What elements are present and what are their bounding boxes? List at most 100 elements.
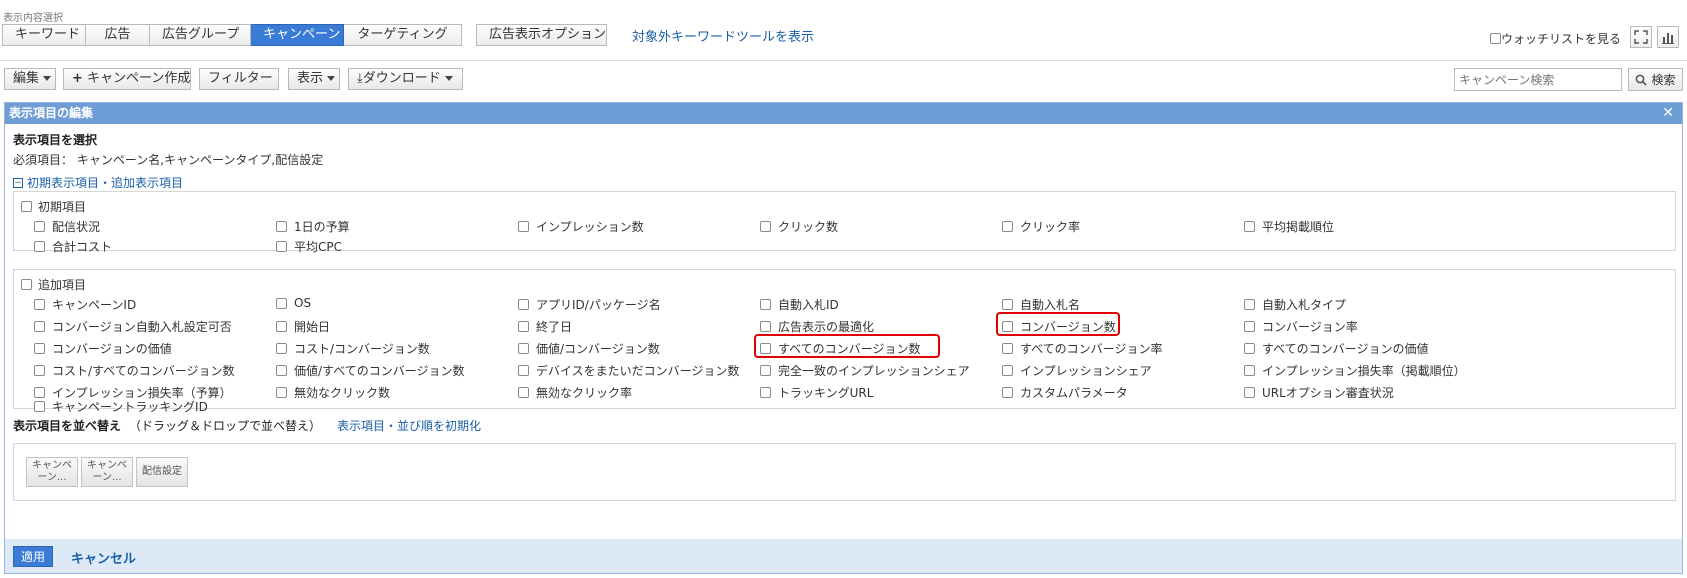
checkbox[interactable] <box>1244 299 1255 310</box>
checkbox[interactable] <box>760 365 771 376</box>
column-option[interactable]: 1日の予算 <box>276 218 350 235</box>
column-option[interactable]: インプレッション数 <box>518 218 644 235</box>
checkbox[interactable] <box>34 401 45 412</box>
checkbox[interactable] <box>518 321 529 332</box>
tab-ad-group[interactable]: 広告グループ <box>150 24 251 46</box>
checkbox[interactable] <box>276 343 287 354</box>
sortable-column-chip[interactable]: キャンペ ーン... <box>26 457 78 487</box>
column-option[interactable]: OS <box>276 296 311 310</box>
column-option[interactable]: トラッキングURL <box>760 384 873 401</box>
download-dropdown[interactable]: ⤓ダウンロード <box>348 68 463 90</box>
column-option[interactable]: 終了日 <box>518 318 572 335</box>
tab-ad[interactable]: 広告 <box>86 24 150 46</box>
column-group-toggle[interactable]: − 初期表示項目・追加表示項目 <box>13 174 183 191</box>
column-option[interactable]: 無効なクリック率 <box>518 384 632 401</box>
column-option[interactable]: 合計コスト <box>34 238 112 255</box>
tab-targeting[interactable]: ターゲティング <box>344 24 462 46</box>
column-option[interactable]: URLオプション審査状況 <box>1244 384 1394 401</box>
checkbox[interactable] <box>276 365 287 376</box>
column-option[interactable]: すべてのコンバージョンの価値 <box>1244 340 1428 357</box>
column-option[interactable]: キャンペーンID <box>34 296 136 313</box>
watchlist-toggle[interactable]: ウォッチリストを見る <box>1490 30 1621 47</box>
initial-items-title[interactable]: 初期項目 <box>21 198 86 215</box>
column-option[interactable]: 自動入札ID <box>760 296 839 313</box>
checkbox[interactable] <box>760 299 771 310</box>
checkbox[interactable] <box>518 299 529 310</box>
reset-columns-link[interactable]: 表示項目・並び順を初期化 <box>337 419 481 433</box>
search-button[interactable]: 検索 <box>1628 68 1683 91</box>
column-option[interactable]: 自動入札タイプ <box>1244 296 1346 313</box>
column-option[interactable]: 価値/コンバージョン数 <box>518 340 660 357</box>
checkbox[interactable] <box>34 387 45 398</box>
column-option[interactable]: アプリID/パッケージ名 <box>518 296 661 313</box>
checkbox[interactable] <box>1002 365 1013 376</box>
negative-keyword-tool-link[interactable]: 対象外キーワードツールを表示 <box>632 26 814 45</box>
checkbox[interactable] <box>1244 365 1255 376</box>
edit-dropdown[interactable]: 編集 <box>4 68 56 90</box>
column-option[interactable]: 自動入札名 <box>1002 296 1080 313</box>
checkbox[interactable] <box>34 221 45 232</box>
additional-items-title[interactable]: 追加項目 <box>21 276 86 293</box>
column-option[interactable]: 平均CPC <box>276 238 342 255</box>
close-icon[interactable]: ✕ <box>1662 103 1674 124</box>
sortable-column-chip[interactable]: キャンペ ーン... <box>81 457 133 487</box>
checkbox[interactable] <box>34 343 45 354</box>
checkbox[interactable] <box>760 221 771 232</box>
checkbox[interactable] <box>760 387 771 398</box>
apply-button[interactable]: 適用 <box>13 546 53 567</box>
column-option[interactable]: 完全一致のインプレッションシェア <box>760 362 970 379</box>
tab-ad-extension[interactable]: 広告表示オプション <box>476 24 607 46</box>
checkbox[interactable] <box>1244 321 1255 332</box>
checkbox[interactable] <box>1244 343 1255 354</box>
column-option[interactable]: キャンペーントラッキングID <box>34 398 208 415</box>
checkbox[interactable] <box>1244 221 1255 232</box>
checkbox[interactable] <box>518 365 529 376</box>
checkbox[interactable] <box>1002 343 1013 354</box>
tab-keyword[interactable]: キーワード <box>2 24 86 46</box>
checkbox[interactable] <box>276 221 287 232</box>
campaign-search-input[interactable] <box>1454 68 1622 91</box>
cancel-link[interactable]: キャンセル <box>71 548 136 567</box>
sortable-column-chip[interactable]: 配信設定 <box>136 457 188 487</box>
checkbox[interactable] <box>34 321 45 332</box>
checkbox[interactable] <box>34 241 45 252</box>
checkbox[interactable] <box>21 279 32 290</box>
checkbox[interactable] <box>1002 299 1013 310</box>
checkbox[interactable] <box>276 297 287 309</box>
fullscreen-button[interactable] <box>1630 26 1652 48</box>
tab-campaign[interactable]: キャンペーン <box>251 24 344 46</box>
column-option[interactable]: インプレッション損失率（掲載順位） <box>1244 362 1466 379</box>
column-option[interactable]: 広告表示の最適化 <box>760 318 874 335</box>
column-option[interactable]: コスト/すべてのコンバージョン数 <box>34 362 234 379</box>
checkbox[interactable] <box>760 321 771 332</box>
column-option[interactable]: デバイスをまたいだコンバージョン数 <box>518 362 739 379</box>
create-campaign-button[interactable]: + キャンペーン作成 <box>63 68 191 90</box>
column-option[interactable]: 開始日 <box>276 318 330 335</box>
checkbox[interactable] <box>276 387 287 398</box>
column-option[interactable]: 配信状況 <box>34 218 100 235</box>
checkbox[interactable] <box>1002 221 1013 232</box>
checkbox[interactable] <box>21 201 32 212</box>
checkbox[interactable] <box>1244 387 1255 398</box>
column-option[interactable]: インプレッションシェア <box>1002 362 1152 379</box>
column-option[interactable]: 平均掲載順位 <box>1244 218 1334 235</box>
watchlist-checkbox[interactable] <box>1490 33 1501 44</box>
column-option[interactable]: コンバージョン自動入札設定可否 <box>34 318 232 335</box>
checkbox[interactable] <box>34 365 45 376</box>
column-option[interactable]: 価値/すべてのコンバージョン数 <box>276 362 464 379</box>
checkbox[interactable] <box>276 241 287 252</box>
column-option[interactable]: カスタムパラメータ <box>1002 384 1128 401</box>
checkbox[interactable] <box>518 221 529 232</box>
filter-button[interactable]: フィルター <box>199 68 279 90</box>
checkbox[interactable] <box>1002 387 1013 398</box>
checkbox[interactable] <box>276 321 287 332</box>
checkbox[interactable] <box>34 299 45 310</box>
column-option[interactable]: コンバージョンの価値 <box>34 340 172 357</box>
display-dropdown[interactable]: 表示 <box>288 68 340 90</box>
column-option[interactable]: すべてのコンバージョン率 <box>1002 340 1162 357</box>
checkbox[interactable] <box>518 387 529 398</box>
column-option[interactable]: 無効なクリック数 <box>276 384 390 401</box>
column-option[interactable]: クリック数 <box>760 218 838 235</box>
toggle-link[interactable]: 初期表示項目・追加表示項目 <box>27 174 183 191</box>
column-option[interactable]: クリック率 <box>1002 218 1080 235</box>
